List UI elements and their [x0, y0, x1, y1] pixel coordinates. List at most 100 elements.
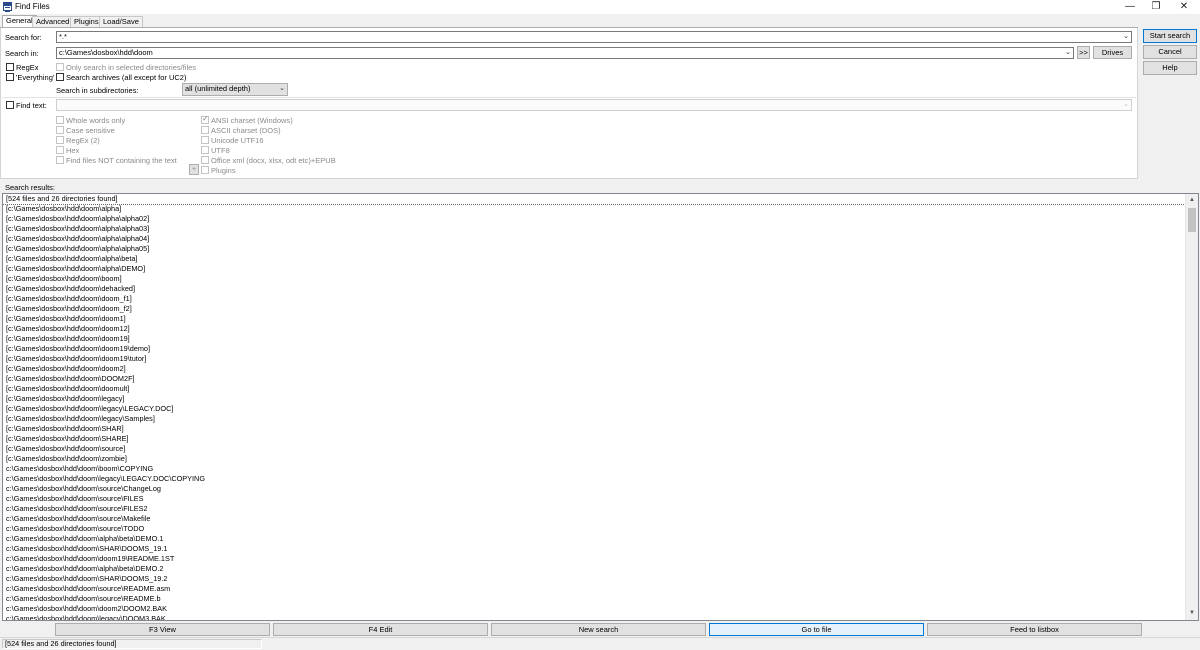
result-row[interactable]: [c:\Games\dosbox\hdd\doom\legacy\LEGACY.…	[3, 404, 1187, 414]
result-row[interactable]: [c:\Games\dosbox\hdd\doom\doom19\tutor]	[3, 354, 1187, 364]
status-text: [524 files and 26 directories found]	[2, 639, 262, 649]
result-row[interactable]: [c:\Games\dosbox\hdd\doom\legacy\Samples…	[3, 414, 1187, 424]
result-row[interactable]: [c:\Games\dosbox\hdd\doom\doom_f2]	[3, 304, 1187, 314]
result-row[interactable]: c:\Games\dosbox\hdd\doom\legacy\DOOM3.BA…	[3, 614, 1187, 620]
close-button[interactable]: ✕	[1172, 0, 1196, 14]
find-text-input[interactable]: ⌄	[56, 99, 1132, 111]
tab-advanced[interactable]: Advanced	[32, 16, 74, 27]
cancel-button[interactable]: Cancel	[1143, 45, 1197, 59]
result-row[interactable]: c:\Games\dosbox\hdd\doom\source\FILES	[3, 494, 1187, 504]
case-sensitive-checkbox[interactable]	[56, 126, 64, 134]
minimize-button[interactable]: —	[1118, 0, 1142, 14]
result-row[interactable]: [c:\Games\dosbox\hdd\doom\source]	[3, 444, 1187, 454]
chevron-down-icon[interactable]: ⌄	[1123, 32, 1129, 42]
result-row[interactable]: [c:\Games\dosbox\hdd\doom\DOOM2F]	[3, 374, 1187, 384]
scroll-up-icon[interactable]: ▲	[1186, 195, 1198, 205]
hex-checkbox[interactable]	[56, 146, 64, 154]
find-text-checkbox[interactable]	[6, 101, 14, 109]
vertical-scrollbar[interactable]: ▲ ▼	[1185, 194, 1198, 620]
scroll-down-icon[interactable]: ▼	[1186, 608, 1198, 618]
result-row[interactable]: [c:\Games\dosbox\hdd\doom\doomult]	[3, 384, 1187, 394]
tab-load-save[interactable]: Load/Save	[99, 16, 143, 27]
result-row[interactable]: c:\Games\dosbox\hdd\doom\alpha\beta\DEMO…	[3, 534, 1187, 544]
regex2-checkbox[interactable]	[56, 136, 64, 144]
title-bar: Find Files — ❐ ✕	[0, 0, 1200, 14]
drives-button[interactable]: Drives	[1093, 46, 1132, 59]
scroll-thumb[interactable]	[1188, 208, 1196, 232]
f4-edit-button[interactable]: F4 Edit	[273, 623, 488, 636]
result-row[interactable]: c:\Games\dosbox\hdd\doom\source\FILES2	[3, 504, 1187, 514]
not-containing-checkbox[interactable]	[56, 156, 64, 164]
result-row[interactable]: [c:\Games\dosbox\hdd\doom\alpha\alpha03]	[3, 224, 1187, 234]
ansi-label: ANSI charset (Windows)	[211, 116, 293, 125]
result-row[interactable]: [c:\Games\dosbox\hdd\doom\doom1]	[3, 314, 1187, 324]
ansi-checkbox[interactable]	[201, 114, 209, 124]
result-row[interactable]: [c:\Games\dosbox\hdd\doom\alpha]	[3, 204, 1187, 214]
plugins-label: Plugins	[211, 166, 236, 175]
result-row[interactable]: c:\Games\dosbox\hdd\doom\SHAR\DOOMS_19.1	[3, 544, 1187, 554]
search-in-input[interactable]: c:\Games\dosbox\hdd\doom ⌄	[56, 47, 1074, 59]
subdirs-select[interactable]: all (unlimited depth) ⌄	[182, 83, 288, 96]
whole-words-checkbox[interactable]	[56, 116, 64, 124]
search-archives-checkbox[interactable]	[56, 73, 64, 81]
find-files-app-icon	[3, 2, 12, 12]
plugins-add-button[interactable]: +	[189, 164, 199, 175]
help-button[interactable]: Help	[1143, 61, 1197, 75]
result-row[interactable]: [c:\Games\dosbox\hdd\doom\alpha\DEMO]	[3, 264, 1187, 274]
result-row[interactable]: [c:\Games\dosbox\hdd\doom\alpha\alpha05]	[3, 244, 1187, 254]
result-row[interactable]: c:\Games\dosbox\hdd\doom\doom2\DOOM2.BAK	[3, 604, 1187, 614]
ascii-checkbox[interactable]	[201, 126, 209, 134]
result-row[interactable]: [c:\Games\dosbox\hdd\doom\alpha\alpha04]	[3, 234, 1187, 244]
result-row[interactable]: [c:\Games\dosbox\hdd\doom\legacy]	[3, 394, 1187, 404]
result-row[interactable]: [524 files and 26 directories found]	[3, 194, 1188, 205]
result-row[interactable]: [c:\Games\dosbox\hdd\doom\SHAR]	[3, 424, 1187, 434]
search-in-value: c:\Games\dosbox\hdd\doom	[59, 48, 153, 57]
browse-button[interactable]: >>	[1077, 46, 1090, 59]
result-row[interactable]: c:\Games\dosbox\hdd\doom\source\ChangeLo…	[3, 484, 1187, 494]
chevron-down-icon[interactable]: ⌄	[1065, 48, 1071, 58]
result-row[interactable]: [c:\Games\dosbox\hdd\doom\alpha\beta]	[3, 254, 1187, 264]
divider	[2, 97, 1136, 98]
result-row[interactable]: [c:\Games\dosbox\hdd\doom\SHARE]	[3, 434, 1187, 444]
tab-plugins[interactable]: Plugins	[70, 16, 103, 27]
subdirs-label: Search in subdirectories:	[56, 86, 139, 95]
plugins-checkbox[interactable]	[201, 166, 209, 174]
result-row[interactable]: [c:\Games\dosbox\hdd\doom\dehacked]	[3, 284, 1187, 294]
utf16-checkbox[interactable]	[201, 136, 209, 144]
search-in-label: Search in:	[5, 49, 39, 58]
result-row[interactable]: [c:\Games\dosbox\hdd\doom\alpha\alpha02]	[3, 214, 1187, 224]
go-to-file-button[interactable]: Go to file	[709, 623, 924, 636]
result-row[interactable]: [c:\Games\dosbox\hdd\doom\doom19]	[3, 334, 1187, 344]
everything-label: 'Everything'	[16, 73, 55, 82]
result-row[interactable]: [c:\Games\dosbox\hdd\doom\zombie]	[3, 454, 1187, 464]
search-for-input[interactable]: *.* ⌄	[56, 31, 1132, 43]
result-row[interactable]: c:\Games\dosbox\hdd\doom\source\README.b	[3, 594, 1187, 604]
feed-to-listbox-button[interactable]: Feed to listbox	[927, 623, 1142, 636]
f3-view-button[interactable]: F3 View	[55, 623, 270, 636]
new-search-button[interactable]: New search	[491, 623, 706, 636]
result-row[interactable]: [c:\Games\dosbox\hdd\doom\doom2]	[3, 364, 1187, 374]
search-results-listbox[interactable]: [524 files and 26 directories found] [c:\…	[2, 193, 1199, 621]
restore-button[interactable]: ❐	[1144, 0, 1168, 14]
result-row[interactable]: [c:\Games\dosbox\hdd\doom\boom]	[3, 274, 1187, 284]
result-row[interactable]: c:\Games\dosbox\hdd\doom\boom\COPYING	[3, 464, 1187, 474]
result-row[interactable]: c:\Games\dosbox\hdd\doom\source\README.a…	[3, 584, 1187, 594]
only-selected-checkbox[interactable]	[56, 63, 64, 71]
chevron-down-icon[interactable]: ⌄	[1123, 100, 1129, 110]
regex-checkbox[interactable]	[6, 63, 14, 71]
result-row[interactable]: c:\Games\dosbox\hdd\doom\doom19\README.1…	[3, 554, 1187, 564]
start-search-button[interactable]: Start search	[1143, 29, 1197, 43]
result-row[interactable]: c:\Games\dosbox\hdd\doom\alpha\beta\DEMO…	[3, 564, 1187, 574]
utf8-checkbox[interactable]	[201, 146, 209, 154]
case-sensitive-label: Case sensitive	[66, 126, 115, 135]
office-xml-label: Office xml (docx, xlsx, odt etc)+EPUB	[211, 156, 336, 165]
result-row[interactable]: [c:\Games\dosbox\hdd\doom\doom_f1]	[3, 294, 1187, 304]
result-row[interactable]: c:\Games\dosbox\hdd\doom\SHAR\DOOMS_19.2	[3, 574, 1187, 584]
result-row[interactable]: c:\Games\dosbox\hdd\doom\source\TODO	[3, 524, 1187, 534]
result-row[interactable]: [c:\Games\dosbox\hdd\doom\doom19\demo]	[3, 344, 1187, 354]
result-row[interactable]: c:\Games\dosbox\hdd\doom\source\Makefile	[3, 514, 1187, 524]
everything-checkbox[interactable]	[6, 73, 14, 81]
result-row[interactable]: c:\Games\dosbox\hdd\doom\legacy\LEGACY.D…	[3, 474, 1187, 484]
office-xml-checkbox[interactable]	[201, 156, 209, 164]
result-row[interactable]: [c:\Games\dosbox\hdd\doom\doom12]	[3, 324, 1187, 334]
